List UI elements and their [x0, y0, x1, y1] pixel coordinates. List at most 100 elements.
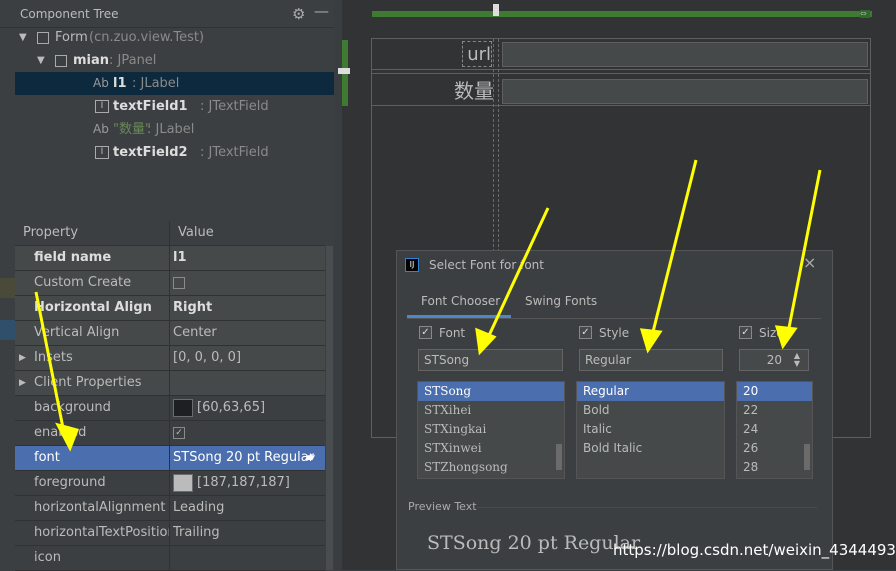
property-row[interactable]: Vertical Align Center — [15, 321, 325, 346]
property-row[interactable]: Custom Create — [15, 271, 325, 296]
style-checkbox[interactable]: ✓ — [579, 326, 592, 339]
textfield-icon: I — [95, 100, 109, 113]
tree-checkbox[interactable] — [37, 32, 49, 44]
tree-node-type: : JTextField — [200, 99, 269, 114]
font-list[interactable]: STSong STXihei STXingkai STXinwei STZhongson… — [417, 381, 565, 479]
tree-row[interactable]: ItextField2 : JTextField — [15, 141, 334, 164]
property-row[interactable]: font STSong 20 pt Regular ▰ — [15, 446, 325, 471]
dialog-title: Select Font for font — [429, 258, 544, 272]
style-input[interactable]: Regular — [579, 349, 723, 371]
property-name: horizontalAlignment — [34, 500, 166, 515]
resize-handle[interactable] — [493, 4, 499, 16]
property-name: Custom Create — [34, 275, 132, 290]
gear-icon[interactable]: ⚙ — [292, 5, 305, 23]
minimize-icon[interactable]: — — [314, 2, 329, 20]
tree-row[interactable]: Ab l1 : JLabel — [15, 72, 334, 95]
list-scrollbar[interactable] — [556, 444, 562, 470]
property-value[interactable]: l1 — [173, 246, 325, 270]
style-list[interactable]: Regular Bold Italic Bold Italic — [576, 381, 725, 479]
font-input[interactable]: STSong — [418, 349, 563, 371]
textfield2[interactable] — [502, 79, 868, 104]
size-list-item[interactable]: 22 — [737, 401, 812, 420]
preview-label: Preview Text — [408, 500, 477, 513]
tree-row[interactable]: ▼ mian : JPanel — [15, 49, 334, 72]
property-checkbox[interactable]: ✓ — [173, 426, 185, 439]
font-list-item[interactable]: STXingkai — [418, 420, 564, 439]
property-value[interactable]: [187,187,187] — [173, 471, 325, 495]
textfield-icon: I — [95, 146, 109, 159]
property-scrollbar[interactable] — [326, 246, 333, 570]
property-row[interactable]: horizontalTextPosition Trailing — [15, 521, 325, 546]
tree-row[interactable]: ItextField1 : JTextField — [15, 95, 334, 118]
expand-arrow-icon[interactable]: ▶ — [19, 346, 26, 370]
size-spinner[interactable]: ▲ ▼ — [791, 352, 803, 368]
resize-handle-right[interactable]: ⇔ — [860, 10, 870, 18]
property-value[interactable]: [0, 0, 0, 0] — [173, 346, 325, 370]
tab-swing-fonts[interactable]: Swing Fonts — [525, 294, 597, 308]
color-swatch[interactable] — [173, 398, 193, 417]
tree-checkbox[interactable] — [55, 55, 67, 67]
font-list-item[interactable]: STXinwei — [418, 439, 564, 458]
font-checkbox[interactable]: ✓ — [419, 326, 432, 339]
property-row[interactable]: foreground [187,187,187] — [15, 471, 325, 496]
property-value[interactable] — [173, 271, 325, 295]
style-list-item[interactable]: Italic — [577, 420, 724, 439]
preview-divider — [477, 507, 817, 508]
textfield1[interactable] — [502, 42, 868, 67]
property-value[interactable]: STSong 20 pt Regular ▰ — [173, 446, 325, 470]
grid-row-line — [372, 73, 870, 74]
style-list-item[interactable]: Bold Italic — [577, 439, 724, 458]
property-row[interactable]: horizontalAlignment Leading — [15, 496, 325, 521]
property-checkbox[interactable] — [173, 276, 185, 289]
gutter-marker-selected — [0, 320, 15, 340]
expand-triangle-icon[interactable]: ▼ — [19, 26, 27, 49]
size-list-item[interactable]: 28 — [737, 458, 812, 477]
property-row[interactable]: enabled ✓ — [15, 421, 325, 446]
property-row[interactable]: icon — [15, 546, 325, 571]
property-row[interactable]: field name l1 — [15, 246, 325, 271]
tree-row[interactable]: ▼ Form (cn.zuo.view.Test) — [15, 26, 334, 49]
property-row[interactable]: Horizontal Align Right — [15, 296, 325, 321]
color-swatch[interactable] — [173, 473, 193, 492]
property-value[interactable]: ✓ — [173, 421, 325, 445]
property-value[interactable]: Right — [173, 296, 325, 320]
property-value[interactable]: Center — [173, 321, 325, 345]
style-label: Style — [599, 326, 630, 340]
property-value[interactable]: Leading — [173, 496, 325, 520]
tree-row[interactable]: Ab "数量" : JLabel — [15, 118, 334, 141]
expand-arrow-icon[interactable]: ▶ — [19, 371, 26, 395]
style-list-item[interactable]: Regular — [577, 382, 724, 401]
size-list-item[interactable]: 24 — [737, 420, 812, 439]
list-scrollbar[interactable] — [804, 444, 810, 470]
url-label[interactable]: url — [462, 41, 492, 67]
quantity-label[interactable]: 数量 — [442, 77, 494, 105]
property-row[interactable]: ▶ Insets [0, 0, 0, 0] — [15, 346, 325, 371]
font-list-item[interactable]: STXihei — [418, 401, 564, 420]
tab-font-chooser[interactable]: Font Chooser — [421, 294, 500, 308]
property-value[interactable]: [60,63,65] — [173, 396, 325, 420]
tree-node-name: textField2 — [113, 145, 188, 160]
property-name: field name — [34, 250, 112, 265]
grid-row-line — [372, 105, 870, 106]
size-list-item[interactable]: 26 — [737, 439, 812, 458]
property-name: horizontalTextPosition — [34, 525, 170, 540]
property-row[interactable]: ▶ Client Properties — [15, 371, 325, 396]
size-checkbox[interactable]: ✓ — [739, 326, 752, 339]
left-panel: Component Tree ⚙ — ▼ Form (cn.zuo.view.Te… — [0, 0, 334, 571]
tree-node-name: l1 — [113, 76, 127, 91]
expand-triangle-icon[interactable]: ▼ — [37, 49, 45, 72]
folder-icon[interactable]: ▰ — [305, 446, 315, 470]
component-tree-title: Component Tree — [20, 7, 119, 21]
font-list-item[interactable]: STSong — [418, 382, 564, 401]
font-list-item[interactable]: STZhongsong — [418, 458, 564, 477]
size-list-item[interactable]: 20 — [737, 382, 812, 401]
top-green-bar — [372, 11, 872, 17]
preview-text: STSong 20 pt Regular — [427, 532, 641, 554]
property-value[interactable]: Trailing — [173, 521, 325, 545]
close-icon[interactable]: × — [803, 253, 816, 272]
side-handle[interactable] — [338, 68, 350, 74]
tree-node-type: : JLabel — [132, 76, 180, 91]
property-row[interactable]: background [60,63,65] — [15, 396, 325, 421]
style-list-item[interactable]: Bold — [577, 401, 724, 420]
size-list[interactable]: 20 22 24 26 28 — [736, 381, 813, 479]
